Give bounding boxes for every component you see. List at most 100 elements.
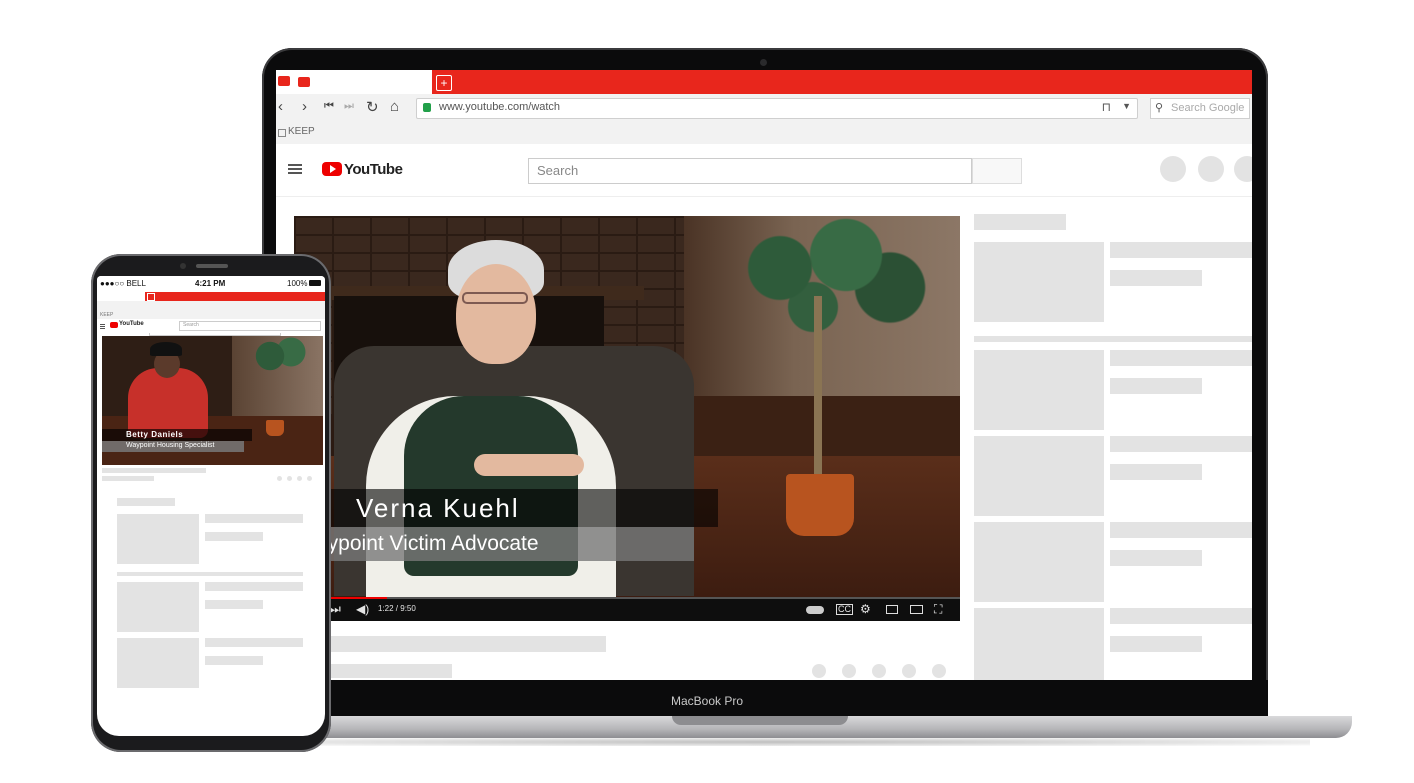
settings-icon[interactable]: ⚙: [860, 602, 871, 616]
phone-item-title-placeholder: [205, 514, 303, 523]
chevron-down-icon[interactable]: ▼: [1122, 101, 1131, 111]
laptop-shadow: [230, 738, 1310, 746]
action-placeholder[interactable]: [902, 664, 916, 678]
menu-icon[interactable]: [288, 164, 302, 166]
autoplay-icon[interactable]: [806, 606, 824, 614]
phone-video-person-hat: [150, 342, 182, 356]
phone-thumb-placeholder: [117, 582, 199, 632]
phone-status-bar: ●●●○○ BELL 4:21 PM 100%: [97, 276, 325, 292]
theater-icon[interactable]: [910, 605, 923, 614]
browser-tab-bar: +: [276, 70, 1252, 94]
skip-forward-icon[interactable]: ⏭: [344, 100, 354, 113]
sidebar-title-placeholder: [1110, 522, 1252, 538]
youtube-search-input[interactable]: Search: [528, 158, 972, 184]
address-bar[interactable]: www.youtube.com/watch ⊓ ▼: [416, 98, 1138, 119]
new-tab-button[interactable]: +: [436, 75, 452, 91]
phone-lower-third-title-text: Waypoint Housing Specialist: [126, 442, 215, 449]
sidebar-item[interactable]: [974, 436, 1252, 522]
search-icon: ⚲: [1155, 102, 1164, 114]
phone-action-placeholder[interactable]: [307, 476, 312, 481]
phone-youtube-logo-icon[interactable]: [110, 322, 118, 328]
sidebar-thumb-placeholder: [974, 608, 1104, 680]
phone-video-pot: [266, 420, 284, 436]
header-avatar-placeholder[interactable]: [1234, 156, 1252, 182]
skip-back-icon[interactable]: ⏮: [324, 100, 334, 113]
video-time-display: 1:22 / 9:50: [378, 604, 416, 613]
video-player[interactable]: Verna Kuehl aypoint Victim Advocate: [294, 216, 960, 599]
bookmarks-bar: KEEP: [276, 122, 1252, 145]
phone-nav-bar: [97, 301, 325, 336]
browser-tab-youtube[interactable]: [276, 70, 432, 94]
youtube-search-button[interactable]: [972, 158, 1022, 184]
battery-icon: [309, 280, 321, 286]
phone-video-player[interactable]: Betty Daniels Waypoint Housing Specialis…: [102, 336, 323, 465]
fullscreen-icon[interactable]: ⛶: [934, 602, 942, 617]
sidebar-divider-placeholder: [974, 336, 1252, 342]
sidebar-meta-placeholder: [1110, 550, 1202, 566]
browser-search-box[interactable]: ⚲ Search Google: [1150, 98, 1250, 119]
sidebar-meta-placeholder: [1110, 464, 1202, 480]
phone-action-placeholder[interactable]: [277, 476, 282, 481]
phone-list-item[interactable]: [117, 638, 303, 690]
phone-bookmark-keep[interactable]: KEEP: [100, 312, 113, 318]
play-next-icon[interactable]: ⏭: [330, 602, 341, 617]
phone-tab-active[interactable]: [97, 292, 145, 301]
lower-third-name: Verna Kuehl: [294, 489, 718, 527]
youtube-logo-text[interactable]: YouTube: [344, 161, 403, 178]
action-placeholder[interactable]: [842, 664, 856, 678]
lower-third-title-text: aypoint Victim Advocate: [316, 532, 539, 555]
folder-icon: [278, 129, 286, 137]
forward-icon[interactable]: ›: [302, 98, 307, 115]
phone-screen: ●●●○○ BELL 4:21 PM 100% KEEP YouTube Sea…: [97, 276, 325, 736]
action-placeholder[interactable]: [812, 664, 826, 678]
bookmark-keep[interactable]: KEEP: [288, 126, 315, 137]
action-placeholder[interactable]: [932, 664, 946, 678]
phone-bookmarks-bar: KEEP: [97, 311, 325, 319]
play-icon: [330, 165, 336, 173]
reload-icon[interactable]: ↻: [366, 98, 379, 116]
phone-time: 4:21 PM: [195, 279, 226, 288]
phone-action-placeholder[interactable]: [287, 476, 292, 481]
phone-list-item[interactable]: [117, 514, 303, 566]
phone-video-person-body: [128, 368, 208, 438]
phone-item-meta-placeholder: [205, 656, 263, 665]
phone-youtube-logo-text[interactable]: YouTube: [119, 321, 144, 327]
header-icon-placeholder[interactable]: [1160, 156, 1186, 182]
channel-placeholder: [328, 664, 452, 678]
video-scene-plant-leaves: [714, 216, 934, 346]
phone-action-placeholder[interactable]: [297, 476, 302, 481]
sidebar-item[interactable]: [974, 522, 1252, 608]
phone-list-item[interactable]: [117, 582, 303, 634]
video-scene-plant-pot: [786, 474, 854, 536]
youtube-search-placeholder: Search: [537, 163, 579, 178]
phone-menu-icon[interactable]: [100, 324, 105, 325]
sidebar-title-placeholder: [1110, 608, 1252, 624]
phone-battery: 100%: [287, 279, 308, 288]
volume-icon[interactable]: ◀): [356, 602, 369, 616]
captions-icon[interactable]: CC: [836, 604, 853, 615]
action-placeholder[interactable]: [872, 664, 886, 678]
phone-lower-third-title: Waypoint Housing Specialist: [102, 441, 244, 452]
phone-item-meta-placeholder: [205, 600, 263, 609]
back-icon[interactable]: ‹: [278, 98, 283, 115]
phone-search-input[interactable]: Search: [179, 321, 321, 331]
miniplayer-icon[interactable]: [886, 605, 898, 614]
bookmark-icon[interactable]: ⊓: [1102, 100, 1111, 114]
phone-new-tab-icon[interactable]: [147, 293, 155, 301]
sidebar-title-placeholder: [1110, 436, 1252, 452]
phone-thumb-placeholder: [117, 638, 199, 688]
sidebar-item[interactable]: [974, 608, 1252, 680]
sidebar-item[interactable]: [974, 242, 1252, 328]
phone-speaker: [196, 264, 228, 268]
video-person-head: [456, 264, 536, 364]
browser-search-placeholder: Search Google: [1171, 102, 1245, 114]
phone-item-meta-placeholder: [205, 532, 263, 541]
home-icon[interactable]: ⌂: [390, 98, 399, 115]
sidebar-title-placeholder: [1110, 242, 1252, 258]
sidebar-thumb-placeholder: [974, 436, 1104, 516]
header-icon-placeholder[interactable]: [1198, 156, 1224, 182]
sidebar-meta-placeholder: [1110, 270, 1202, 286]
phone-lower-third-name-text: Betty Daniels: [126, 430, 184, 439]
sidebar-item[interactable]: [974, 350, 1252, 436]
video-scene-plant-trunk: [814, 296, 822, 481]
